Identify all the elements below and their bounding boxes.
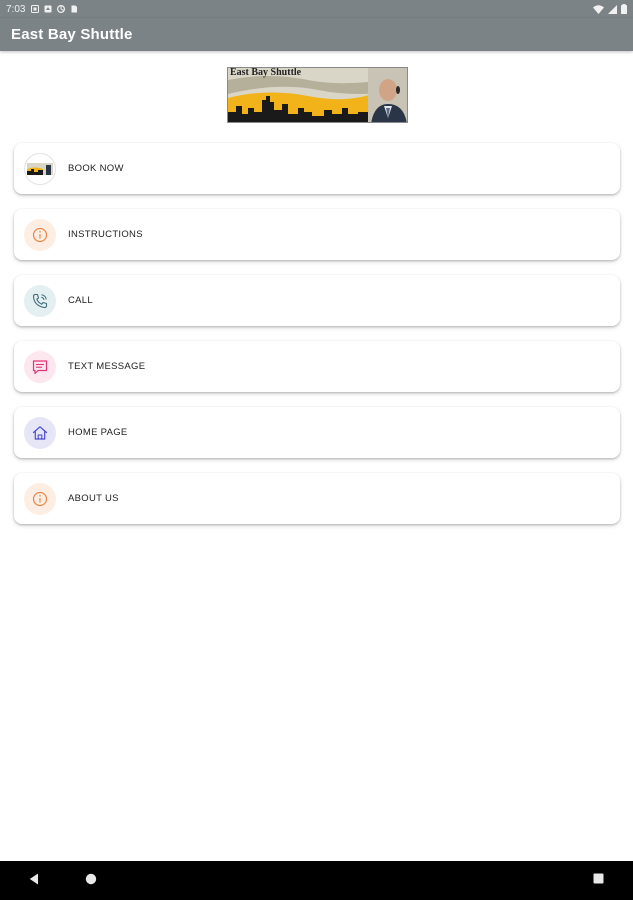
book-now-label: BOOK NOW bbox=[68, 163, 124, 174]
instructions-button[interactable]: INSTRUCTIONS bbox=[14, 209, 620, 260]
recents-icon[interactable] bbox=[593, 873, 604, 884]
status-bar: 7:03 bbox=[0, 0, 633, 18]
about-us-label: ABOUT US bbox=[68, 493, 119, 504]
home-icon[interactable] bbox=[85, 873, 97, 885]
text-message-label: TEXT MESSAGE bbox=[68, 361, 146, 372]
booking-thumbnail-icon bbox=[24, 152, 56, 185]
system-nav-bar bbox=[0, 861, 633, 900]
battery-icon bbox=[621, 4, 627, 14]
notification-icon bbox=[31, 5, 40, 13]
call-label: CALL bbox=[68, 295, 93, 306]
info-icon bbox=[24, 482, 56, 515]
data-saver-icon bbox=[57, 5, 66, 13]
sim-icon bbox=[71, 5, 78, 13]
phone-icon bbox=[24, 284, 56, 317]
message-icon bbox=[24, 350, 56, 383]
logo-text: East Bay Shuttle bbox=[230, 67, 302, 78]
status-time: 7:03 bbox=[6, 3, 26, 15]
notification-icon bbox=[44, 5, 52, 13]
app-title: East Bay Shuttle bbox=[11, 26, 133, 43]
home-page-button[interactable]: HOME PAGE bbox=[14, 407, 620, 458]
status-system-icons bbox=[593, 4, 627, 14]
call-button[interactable]: CALL bbox=[14, 275, 620, 326]
status-notification-icons bbox=[31, 5, 78, 13]
text-message-button[interactable]: TEXT MESSAGE bbox=[14, 341, 620, 392]
back-icon[interactable] bbox=[29, 873, 39, 885]
wifi-icon bbox=[593, 4, 604, 14]
main-menu: BOOK NOW INSTRUCTIONS CALL TEXT MESSAGE … bbox=[14, 143, 620, 539]
signal-icon bbox=[608, 4, 617, 14]
info-icon bbox=[24, 218, 56, 251]
book-now-button[interactable]: BOOK NOW bbox=[14, 143, 620, 194]
app-bar: East Bay Shuttle bbox=[0, 18, 633, 51]
home-icon bbox=[24, 416, 56, 449]
home-page-label: HOME PAGE bbox=[68, 427, 128, 438]
about-us-button[interactable]: ABOUT US bbox=[14, 473, 620, 524]
instructions-label: INSTRUCTIONS bbox=[68, 229, 143, 240]
east-bay-shuttle-logo: East Bay Shuttle bbox=[227, 67, 408, 123]
